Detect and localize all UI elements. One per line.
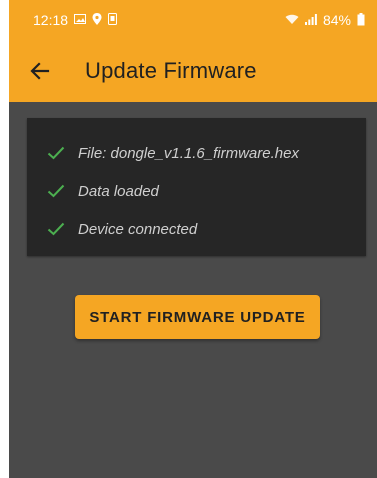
status-bar: 12:18 84% <box>9 0 377 40</box>
app-screen: 12:18 84% Update Firmware File: dongle_v… <box>9 0 377 478</box>
wifi-icon <box>285 14 299 27</box>
status-item-device: Device connected <box>27 210 366 248</box>
status-left: 12:18 <box>33 12 118 28</box>
device-icon <box>108 13 118 27</box>
start-firmware-update-button[interactable]: START FIRMWARE UPDATE <box>75 295 320 339</box>
data-loaded-label: Data loaded <box>78 182 159 200</box>
file-label: File: dongle_v1.1.6_firmware.hex <box>78 144 299 162</box>
status-item-data: Data loaded <box>27 172 366 210</box>
main-content: File: dongle_v1.1.6_firmware.hex Data lo… <box>9 102 377 478</box>
status-time: 12:18 <box>33 12 69 28</box>
battery-icon <box>357 12 365 28</box>
check-icon <box>47 220 65 238</box>
battery-percent: 84% <box>322 12 351 28</box>
back-arrow-icon[interactable] <box>27 58 53 84</box>
image-icon <box>74 14 87 26</box>
app-bar: Update Firmware <box>9 40 377 102</box>
status-right: 84% <box>285 12 365 28</box>
status-card: File: dongle_v1.1.6_firmware.hex Data lo… <box>27 118 366 256</box>
check-icon <box>47 182 65 200</box>
location-icon <box>92 13 102 27</box>
signal-icon <box>304 13 317 27</box>
page-title: Update Firmware <box>85 58 257 83</box>
device-connected-label: Device connected <box>78 220 198 238</box>
check-icon <box>47 144 65 162</box>
status-item-file: File: dongle_v1.1.6_firmware.hex <box>27 134 366 172</box>
